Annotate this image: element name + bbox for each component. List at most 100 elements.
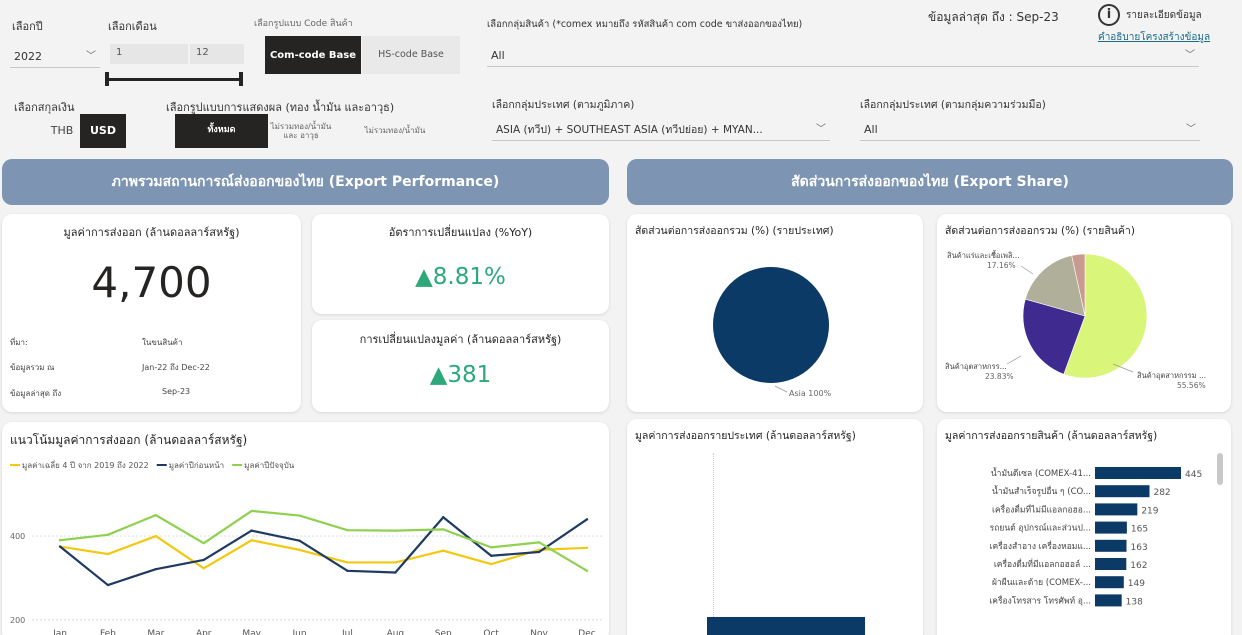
product-bar-value: 138 [1126,597,1143,607]
product-bar-category: รถยนต์ อุปกรณ์และส่วนป... [990,523,1091,534]
trend-data-point[interactable] [154,534,158,538]
coop-group-value: All [864,123,878,136]
display-exclude-gold-oil-button[interactable]: ไม่รวมทอง/น้ำมัน [333,114,457,148]
product-bar-category: น้ำมันดีเซล (COMEX-41... [991,467,1091,479]
trend-data-point[interactable] [585,569,589,573]
trend-series-line[interactable] [59,534,588,570]
product-bar-value: 445 [1185,470,1202,480]
yoy-value: ▲8.81% [415,264,506,290]
product-bar-value: 282 [1153,488,1170,498]
trend-data-point[interactable] [106,583,110,587]
trend-data-point[interactable] [250,509,253,513]
product-bar[interactable] [1095,539,1127,552]
range-label: ข้อมูลรวม ณ [10,363,55,372]
display-all-button[interactable]: ทั้งหมด [175,114,268,148]
y-tick-label: 400 [10,532,25,541]
country-bar-asia[interactable] [707,617,865,635]
trend-data-point[interactable] [489,562,493,566]
coop-group-label: เลือกกลุ่มประเทศ (ตามกลุ่มความร่วมมือ) [860,99,1046,111]
trend-data-point[interactable] [298,514,301,517]
trend-data-point[interactable] [106,533,110,537]
trend-data-point[interactable] [154,513,158,517]
month-slider-handle-start[interactable] [105,72,109,86]
pie-label-asia: Asia 100% [789,389,832,398]
export-value-title: มูลค่าการส่งออก (ล้านดอลลาร์สหรัฐ) [63,226,240,239]
trend-data-point[interactable] [442,549,445,552]
x-tick-label: Nov [530,629,548,635]
x-tick-label: Jun [292,629,307,635]
display-exclude-gold-oil-arms-button[interactable]: ไม่รวมทอง/น้ำมัน และ อาวุธ [270,114,332,148]
trend-data-point[interactable] [394,571,397,574]
year-dropdown[interactable]: 2022 ﹀ [10,46,100,68]
trend-data-point[interactable] [489,554,493,557]
trend-data-point[interactable] [58,545,62,548]
trend-data-point[interactable] [154,567,158,571]
currency-usd-button[interactable]: USD [80,114,126,148]
trend-card: แนวโน้มมูลค่าการส่งออก (ล้านดอลลาร์สหรัฐ… [2,422,609,635]
trend-data-point[interactable] [298,539,301,542]
trend-data-point[interactable] [346,561,349,564]
x-tick-label: Dec [578,629,595,635]
pie-slice-percent: 23.83% [985,372,1014,381]
trend-series-line[interactable] [59,516,588,587]
trend-data-point[interactable] [442,528,445,531]
value-change-title: การเปลี่ยนแปลงมูลค่า (ล้านดอลลาร์สหรัฐ) [359,333,562,346]
trend-data-point[interactable] [346,569,349,573]
trend-data-point[interactable] [250,539,253,542]
pie-slice-asia[interactable] [713,267,829,383]
trend-data-point[interactable] [106,552,110,556]
product-bar-category: น้ำมันสำเร็จรูปอื่น ๆ (CO... [992,485,1091,497]
source-value: ในขนสินค้า [142,338,183,347]
trend-data-point[interactable] [298,548,301,552]
code-type-label: เลือกรูปแบบ Code สินค้า [254,19,353,29]
product-bar[interactable] [1095,485,1150,498]
product-bar-category: ผ้าผืนและด้าย (COMEX-... [992,577,1091,588]
x-tick-label: Mar [147,629,164,635]
month-slider-handle-end[interactable] [239,72,243,86]
trend-data-point[interactable] [585,546,589,549]
trend-series-line[interactable] [59,509,588,572]
share-product-card: สัดส่วนต่อการส่งออกรวม (%) (รายสินค้า) ส… [937,214,1231,412]
trend-data-point[interactable] [537,550,541,554]
product-group-label: เลือกกลุ่มสินค้า (*comex หมายถึง รหัสสิน… [487,19,803,30]
trend-data-point[interactable] [202,567,205,570]
trend-data-point[interactable] [58,539,62,542]
trend-data-point[interactable] [346,529,349,532]
trend-data-point[interactable] [202,541,205,545]
year-value: 2022 [14,50,42,63]
product-bar[interactable] [1095,594,1122,607]
product-group-dropdown[interactable]: All ﹀ [487,45,1199,67]
product-bar-value: 162 [1130,561,1147,571]
trend-data-point[interactable] [394,561,397,564]
scrollbar-thumb[interactable] [1217,453,1223,485]
structure-link[interactable]: คำอธิบายโครงสร้างข้อมูล [1098,30,1210,45]
month-to-input[interactable]: 12 [190,44,244,64]
country-bar-card: มูลค่าการส่งออกรายประเทศ (ล้านดอลลาร์สหร… [627,419,923,635]
trend-data-point[interactable] [394,529,397,532]
trend-data-point[interactable] [489,546,493,549]
trend-data-point[interactable] [442,516,445,519]
product-bar[interactable] [1095,503,1138,516]
product-bar[interactable] [1095,467,1181,479]
trend-data-point[interactable] [250,529,253,532]
product-bar[interactable] [1095,521,1127,534]
trend-data-point[interactable] [202,558,205,562]
month-from-input[interactable]: 1 [110,44,188,64]
product-bar[interactable] [1095,576,1124,589]
product-bar-category: เครื่องโทรสาร โทรศัพท์ อุ... [989,594,1091,606]
month-slider-track[interactable] [108,78,242,81]
legend-label: มูลค่าปีปัจจุบัน [244,461,295,471]
region-dropdown[interactable]: ASIA (ทวีป) + SOUTHEAST ASIA (ทวีปย่อย) … [492,119,830,141]
share-country-card: สัดส่วนต่อการส่งออกรวม (%) (รายประเทศ) A… [627,214,923,412]
trend-data-point[interactable] [585,518,589,521]
coop-group-dropdown[interactable]: All ﹀ [860,119,1200,141]
currency-thb-button[interactable]: THB [44,114,80,148]
info-icon[interactable]: i [1098,4,1120,26]
hscode-button[interactable]: HS-code Base [362,36,460,74]
y-tick-label: 200 [10,616,25,625]
comcode-button[interactable]: Com-code Base [265,36,361,74]
product-bar[interactable] [1095,558,1127,570]
product-bar-category: เครื่องสำอาง เครื่องหอมแ... [990,540,1091,552]
product-bar-value: 165 [1131,525,1148,535]
trend-data-point[interactable] [537,541,541,544]
